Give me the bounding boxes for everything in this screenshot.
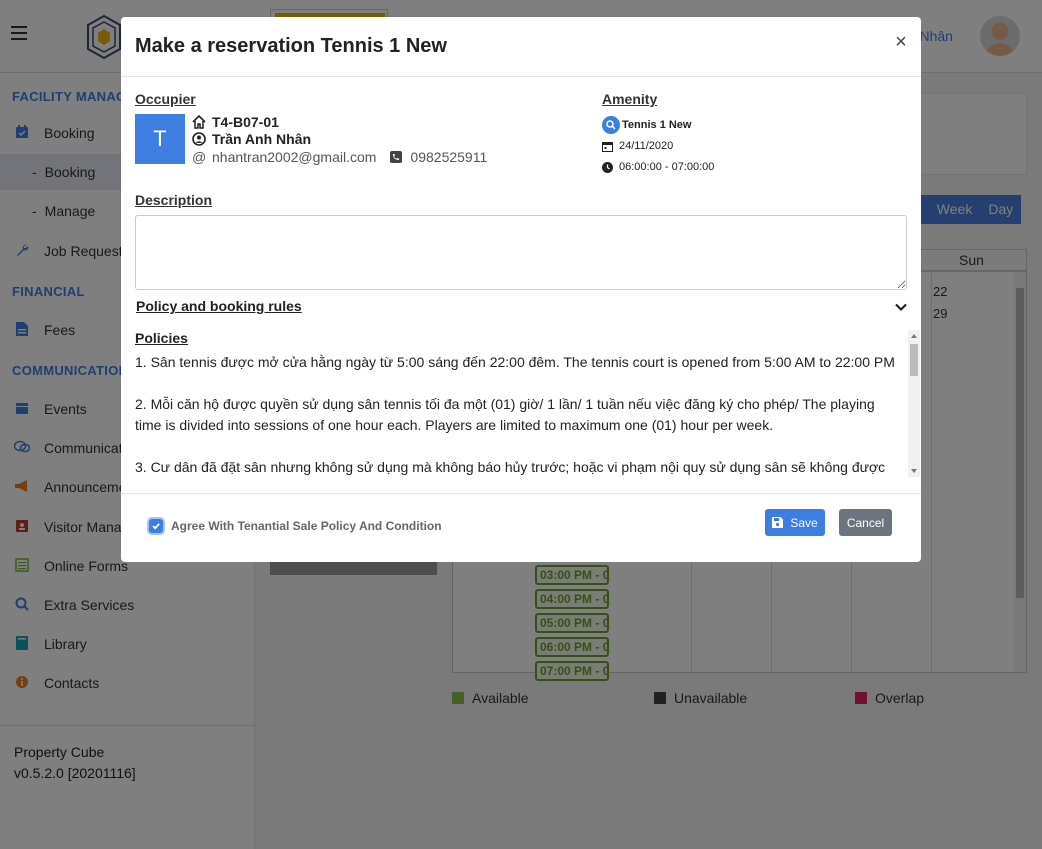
policy-item: 3. Cư dân đã đặt sân nhưng không sử dụng…: [135, 459, 886, 475]
amenity-label: Amenity: [602, 91, 658, 107]
policy-scrollbar[interactable]: [908, 330, 920, 477]
policy-toggle-label: Policy and booking rules: [136, 298, 302, 314]
description-label: Description: [135, 192, 213, 208]
scroll-down-arrow-icon[interactable]: [911, 469, 917, 473]
cancel-button-label: Cancel: [846, 515, 885, 530]
cancel-button[interactable]: Cancel: [839, 509, 892, 536]
amenity-time-text: 06:00:00 - 07:00:00: [619, 161, 715, 173]
modal-title: Make a reservation Tennis 1 New: [135, 35, 447, 57]
amenity-date: 24/11/2020: [602, 140, 673, 152]
occupier-name: Trần Anh Nhân: [192, 131, 311, 147]
scroll-up-arrow-icon[interactable]: [911, 334, 917, 338]
amenity-search-icon: [602, 116, 620, 134]
amenity-date-text: 24/11/2020: [619, 140, 674, 152]
policy-item: 2. Mỗi căn hộ được quyền sử dụng sân ten…: [135, 396, 875, 433]
policies-text: 1. Sân tennis được mở cửa hằng ngày từ 5…: [135, 352, 895, 478]
clock-icon: [602, 161, 613, 173]
occupier-contact: @ nhantran2002@gmail.com 0982525911: [192, 149, 487, 165]
occupier-phone-text: 0982525911: [410, 149, 488, 165]
phone-square-icon: [390, 150, 404, 164]
amenity-name-text: Tennis 1 New: [622, 119, 692, 131]
agree-checkbox[interactable]: [149, 519, 163, 533]
description-textarea[interactable]: [135, 215, 907, 290]
modal-header: Make a reservation Tennis 1 New ×: [121, 17, 921, 77]
occupier-email: nhantran2002@gmail.com: [212, 149, 377, 165]
reservation-modal: Make a reservation Tennis 1 New × Occupi…: [121, 17, 921, 562]
agree-label: Agree With Tenantial Sale Policy And Con…: [171, 519, 442, 533]
occupier-name-text: Trần Anh Nhân: [212, 131, 312, 147]
policy-content[interactable]: Policies 1. Sân tennis được mở cửa hằng …: [135, 330, 921, 480]
occupier-unit: T4-B07-01: [192, 114, 279, 130]
modal-footer: Agree With Tenantial Sale Policy And Con…: [121, 493, 921, 562]
home-icon: [192, 114, 206, 129]
user-circle-icon: [192, 132, 206, 146]
scroll-thumb[interactable]: [910, 344, 918, 376]
policy-item: 1. Sân tennis được mở cửa hằng ngày từ 5…: [135, 354, 895, 370]
save-icon: [772, 517, 784, 528]
occupier-avatar: T: [135, 114, 185, 164]
policies-title: Policies: [135, 330, 188, 346]
at-icon: @: [192, 149, 207, 165]
policy-accordion-toggle[interactable]: Policy and booking rules: [136, 298, 908, 318]
occupier-label: Occupier: [135, 91, 196, 107]
chevron-down-icon: [895, 303, 907, 312]
occupier-phone: 0982525911: [390, 149, 487, 165]
close-icon[interactable]: ×: [893, 31, 909, 54]
amenity-time: 06:00:00 - 07:00:00: [602, 161, 714, 173]
agree-checkbox-row[interactable]: Agree With Tenantial Sale Policy And Con…: [149, 519, 442, 533]
occupier-unit-text: T4-B07-01: [212, 114, 279, 130]
save-button[interactable]: Save: [765, 509, 825, 536]
calendar-icon: [602, 141, 613, 152]
save-button-label: Save: [790, 515, 818, 530]
amenity-name: Tennis 1 New: [602, 116, 691, 134]
